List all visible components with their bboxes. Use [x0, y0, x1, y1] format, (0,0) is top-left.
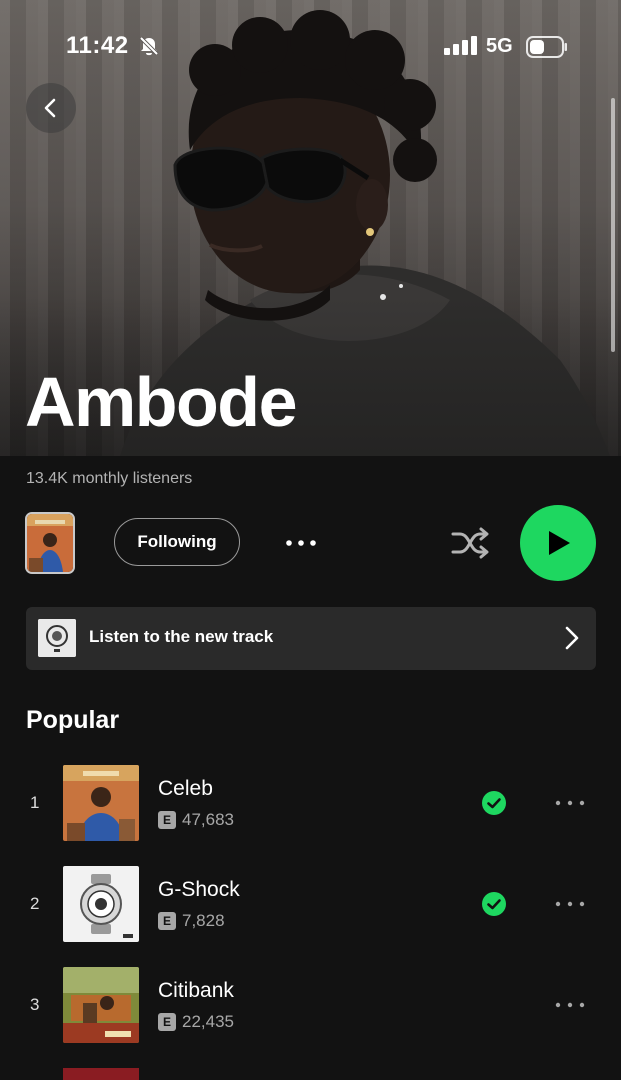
track-rank: 2 [30, 894, 40, 913]
network-label: 5G [486, 35, 513, 57]
chevron-right-icon [565, 626, 579, 650]
new-track-cover [38, 619, 76, 657]
track-play-count: 22,435 [182, 1012, 234, 1031]
artist-name: Ambode [25, 363, 298, 441]
explicit-badge: E [158, 1013, 176, 1031]
back-chevron-icon [44, 98, 56, 118]
track-rank: 3 [30, 995, 40, 1014]
bell-slash-icon [139, 36, 159, 56]
back-button[interactable] [26, 83, 76, 133]
track-cover [63, 967, 139, 1043]
more-icon[interactable] [554, 799, 586, 807]
track-title: Celeb [158, 777, 213, 800]
track-play-count: 47,683 [182, 810, 234, 829]
signal-icon [444, 36, 477, 55]
popular-heading: Popular [26, 706, 120, 734]
explicit-badge: E [158, 811, 176, 829]
track-cover-partial [63, 1068, 139, 1080]
track-title: Citibank [158, 979, 234, 1002]
new-track-banner[interactable]: Listen to the new track [26, 607, 596, 670]
track-meta: E 22,435 [158, 1012, 234, 1032]
track-row[interactable]: 2 G-Shock E 7,828 [0, 866, 621, 946]
track-cover [63, 765, 139, 841]
artist-release-thumbnail[interactable] [25, 512, 75, 574]
track-title: G-Shock [158, 878, 240, 901]
track-cover [63, 866, 139, 942]
track-row[interactable]: 1 Celeb E 47,683 [0, 765, 621, 845]
battery-icon [526, 36, 567, 58]
monthly-listeners: 13.4K monthly listeners [26, 470, 193, 487]
track-play-count: 7,828 [182, 911, 225, 930]
explicit-badge: E [158, 912, 176, 930]
track-rank: 1 [30, 793, 40, 812]
following-button[interactable]: Following [114, 518, 240, 566]
new-track-label: Listen to the new track [89, 627, 274, 646]
clock: 11:42 [66, 32, 129, 59]
track-row[interactable]: 3 Citibank E 22,435 [0, 967, 621, 1047]
shuffle-icon[interactable] [450, 523, 490, 563]
check-circle-icon[interactable] [482, 791, 506, 815]
scroll-indicator[interactable] [611, 98, 615, 352]
check-circle-icon[interactable] [482, 892, 506, 916]
play-icon [549, 531, 570, 555]
play-button[interactable] [520, 505, 596, 581]
more-icon[interactable] [554, 1001, 586, 1009]
more-icon[interactable] [554, 900, 586, 908]
status-bar: 11:42 5G [0, 0, 621, 92]
more-options-icon[interactable] [284, 534, 318, 552]
track-meta: E 47,683 [158, 810, 234, 830]
track-meta: E 7,828 [158, 911, 225, 931]
